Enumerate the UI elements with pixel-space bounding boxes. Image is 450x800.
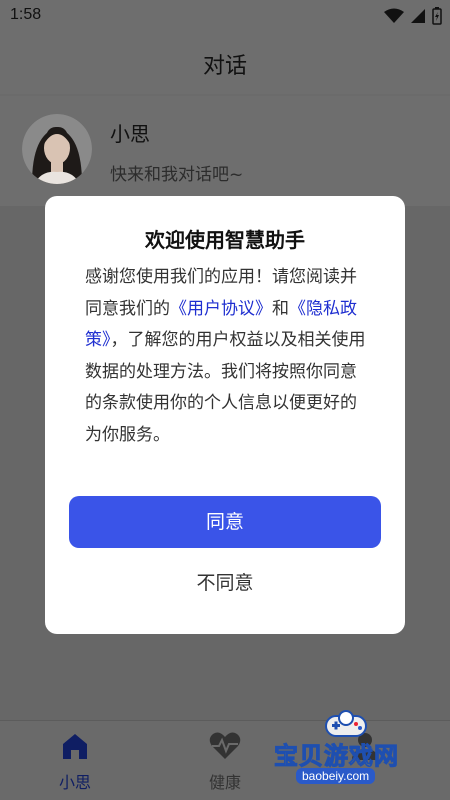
status-bar: 1:58: [0, 0, 450, 32]
watermark-text: 宝贝游戏网: [274, 742, 399, 771]
privacy-dialog: 欢迎使用智慧助手 感谢您使用我们的应用！请您阅读并同意我们的《用户协议》和《隐私…: [45, 196, 405, 634]
avatar: [22, 114, 92, 184]
app-header: 对话: [0, 32, 450, 94]
watermark-url: baobeiy.com: [296, 768, 376, 784]
gamepad-icon: [325, 710, 367, 737]
dialog-title: 欢迎使用智慧助手: [145, 228, 305, 252]
disagree-button[interactable]: 不同意: [45, 568, 405, 595]
dialog-text: 和: [272, 298, 289, 319]
user-agreement-link[interactable]: 《用户协议》: [170, 299, 272, 319]
status-time: 1:58: [10, 6, 42, 23]
nav-item-xiaosi[interactable]: 小思: [35, 731, 115, 793]
nav-label: 小思: [58, 773, 91, 792]
agree-button[interactable]: 同意: [69, 496, 381, 548]
battery-icon: [432, 7, 442, 25]
watermark-logo: 宝贝游戏网 baobeiy.com: [272, 708, 422, 788]
dialog-text: ，了解您的用户权益以及相关使用数据的处理方法。我们将按照你同意的条款使用你的个人…: [85, 330, 366, 445]
wifi-icon: [384, 8, 404, 23]
contact-name: 小思: [110, 122, 150, 146]
nav-item-health[interactable]: 健康: [185, 731, 265, 793]
status-icons: [384, 7, 442, 25]
contact-preview: 快来和我对话吧~: [110, 165, 244, 185]
signal-icon: [411, 9, 425, 23]
dialog-body: 感谢您使用我们的应用！请您阅读并同意我们的《用户协议》和《隐私政策》，了解您的用…: [85, 262, 371, 451]
nav-label: 健康: [208, 773, 241, 792]
conversation-list: 小思 快来和我对话吧~: [0, 96, 450, 206]
heart-pulse-icon: [209, 732, 241, 759]
home-icon: [63, 734, 87, 759]
page-title: 对话: [202, 54, 247, 79]
